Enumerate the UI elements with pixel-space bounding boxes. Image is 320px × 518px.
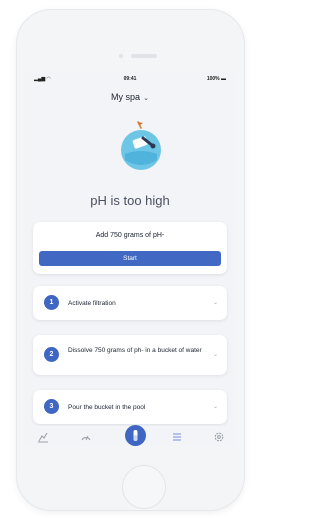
list-icon[interactable] bbox=[171, 431, 183, 443]
water-treatment-illustration bbox=[121, 121, 161, 170]
dose-card: Add 750 grams of pH- Start bbox=[33, 222, 227, 274]
dose-instruction: Add 750 grams of pH- bbox=[95, 232, 165, 239]
treatment-icon bbox=[133, 430, 138, 441]
step-item-3[interactable]: 3 Pour the bucket in the pool ⌄ bbox=[33, 390, 227, 424]
step-number: 1 bbox=[44, 295, 59, 310]
step-text: Activate filtration bbox=[68, 300, 116, 307]
chevron-down-icon: ⌄ bbox=[212, 352, 218, 358]
step-number: 2 bbox=[44, 347, 59, 362]
earpiece-speaker bbox=[131, 54, 157, 58]
treatment-tab-active[interactable] bbox=[125, 425, 146, 446]
chevron-down-icon: ⌄ bbox=[212, 300, 218, 306]
start-button[interactable]: Start bbox=[39, 251, 221, 266]
spa-selector[interactable]: My spa ⌄ bbox=[25, 92, 235, 102]
step-item-2[interactable]: 2 Dissolve 750 grams of ph- in a bucket … bbox=[33, 335, 227, 375]
tab-bar bbox=[25, 425, 235, 446]
settings-icon[interactable] bbox=[213, 431, 225, 443]
step-item-1[interactable]: 1 Activate filtration ⌄ bbox=[33, 286, 227, 320]
chevron-down-icon: ⌄ bbox=[212, 404, 218, 410]
status-message: pH is too high bbox=[90, 193, 170, 208]
gauge-icon[interactable] bbox=[80, 431, 92, 443]
app-screen: ▂▄▆ ◠ 09:41 100% ▬ My spa ⌄ pH is too hig… bbox=[25, 72, 235, 446]
chart-icon[interactable] bbox=[37, 431, 49, 443]
step-text: Dissolve 750 grams of ph- in a bucket of… bbox=[68, 347, 202, 354]
home-button[interactable] bbox=[122, 465, 166, 509]
battery-indicator: 100% ▬ bbox=[206, 76, 226, 82]
spa-title: My spa bbox=[111, 92, 141, 102]
chevron-down-icon: ⌄ bbox=[143, 95, 149, 102]
status-time: 09:41 bbox=[123, 76, 137, 82]
front-camera bbox=[119, 54, 123, 58]
status-bar: ▂▄▆ ◠ 09:41 100% ▬ bbox=[25, 72, 235, 86]
step-text: Pour the bucket in the pool bbox=[68, 404, 146, 411]
battery-percent: 100% bbox=[206, 76, 220, 82]
step-number: 3 bbox=[44, 399, 59, 414]
